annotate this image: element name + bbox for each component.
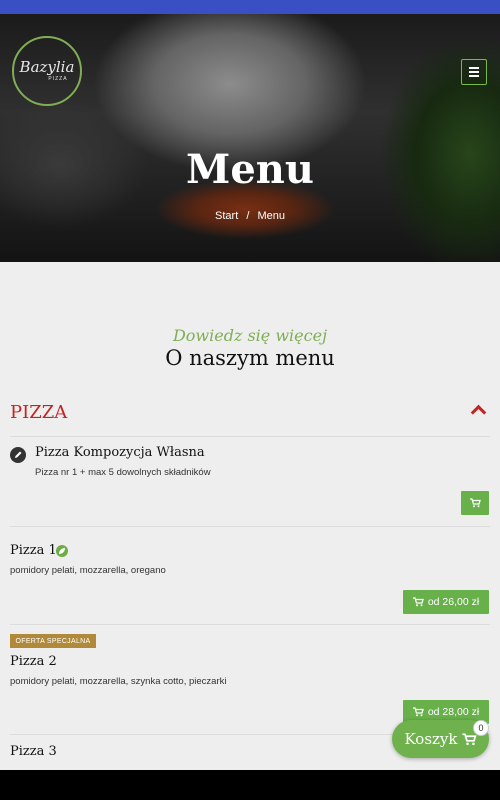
breadcrumb: Start / Menu — [0, 210, 500, 222]
category-title[interactable]: PIZZA — [10, 402, 67, 423]
add-to-cart-button[interactable] — [461, 491, 489, 515]
price-label: od 26,00 zł — [427, 596, 480, 608]
cart-icon — [461, 732, 476, 745]
main-content: Dowiedz się więcej O naszym menu PIZZA P… — [0, 262, 500, 770]
divider — [10, 624, 490, 625]
price-label: od 28,00 zł — [427, 706, 480, 718]
browser-bottom-bar — [0, 770, 500, 800]
cart-icon — [412, 707, 424, 717]
hamburger-icon-line — [469, 71, 479, 73]
breadcrumb-current: Menu — [257, 210, 285, 222]
hamburger-menu-button[interactable] — [461, 59, 487, 85]
hero-banner: Bazylia PIZZA Menu Start / Menu — [0, 14, 500, 262]
item-description: Pizza nr 1 + max 5 dowolnych składników — [35, 467, 211, 478]
chevron-up-icon[interactable] — [470, 404, 487, 421]
pencil-icon — [10, 447, 26, 463]
item-name[interactable]: Pizza Kompozycja Własna — [35, 445, 205, 460]
page-title: Menu — [186, 146, 314, 193]
vegetarian-leaf-icon — [56, 545, 68, 557]
item-name[interactable]: Pizza 1 — [10, 543, 57, 558]
browser-top-bar — [0, 0, 500, 14]
section-title: O naszym menu — [165, 346, 335, 370]
item-name[interactable]: Pizza 2 — [10, 654, 57, 669]
special-offer-badge: OFERTA SPECJALNA — [10, 634, 96, 648]
item-name[interactable]: Pizza 3 — [10, 744, 57, 759]
logo-text: Bazylia — [19, 58, 75, 76]
logo-subtext: PIZZA — [48, 76, 68, 82]
hamburger-icon-line — [469, 75, 479, 77]
cart-button-label: Koszyk — [404, 730, 458, 748]
item-description: pomidory pelati, mozzarella, szynka cott… — [10, 676, 227, 687]
divider — [10, 526, 490, 527]
cart-count-badge: 0 — [473, 720, 489, 736]
brand-logo[interactable]: Bazylia PIZZA — [12, 36, 82, 106]
cart-icon — [469, 498, 481, 508]
divider — [10, 436, 490, 437]
breadcrumb-separator: / — [246, 210, 250, 222]
add-to-cart-button[interactable]: od 26,00 zł — [403, 590, 489, 614]
section-eyebrow: Dowiedz się więcej — [172, 326, 328, 345]
item-description: pomidory pelati, mozzarella, oregano — [10, 565, 166, 576]
hamburger-icon-line — [469, 67, 479, 69]
breadcrumb-home-link[interactable]: Start — [215, 210, 238, 222]
cart-icon — [412, 597, 424, 607]
